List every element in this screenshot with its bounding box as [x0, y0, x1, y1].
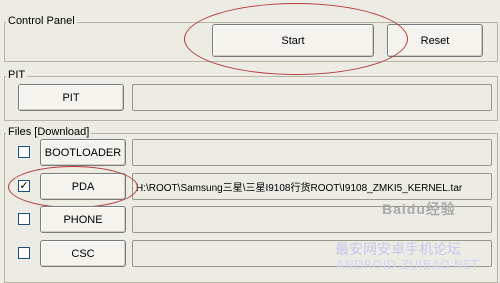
control-panel-legend: Control Panel — [6, 15, 77, 27]
phone-checkbox[interactable] — [18, 213, 30, 225]
pit-button[interactable]: PIT — [18, 84, 124, 111]
pda-button[interactable]: PDA — [40, 173, 126, 200]
bootloader-button[interactable]: BOOTLOADER — [40, 139, 126, 166]
start-button[interactable]: Start — [212, 24, 374, 57]
site-watermark-cn: 最安网安卓手机论坛 — [335, 242, 461, 258]
csc-checkbox[interactable] — [18, 247, 30, 259]
bootloader-checkbox[interactable] — [18, 146, 30, 158]
phone-button[interactable]: PHONE — [40, 206, 126, 233]
csc-button[interactable]: CSC — [40, 240, 126, 267]
pda-checkbox[interactable]: ✓ — [18, 180, 30, 192]
files-legend: Files [Download] — [6, 126, 92, 138]
pda-path-field[interactable]: H:\ROOT\Samsung三星\三星I9108行货ROOT\I9108_ZM… — [132, 173, 492, 200]
checkmark-icon: ✓ — [19, 179, 29, 192]
reset-button[interactable]: Reset — [387, 24, 483, 57]
baidu-watermark-text: Baidu经验 — [382, 201, 456, 217]
site-watermark-en: ANDROID.ZUIBAO.NET — [336, 258, 480, 272]
pit-path-field[interactable] — [132, 84, 492, 111]
pit-legend: PIT — [6, 69, 28, 81]
bootloader-path-field[interactable] — [132, 139, 492, 166]
